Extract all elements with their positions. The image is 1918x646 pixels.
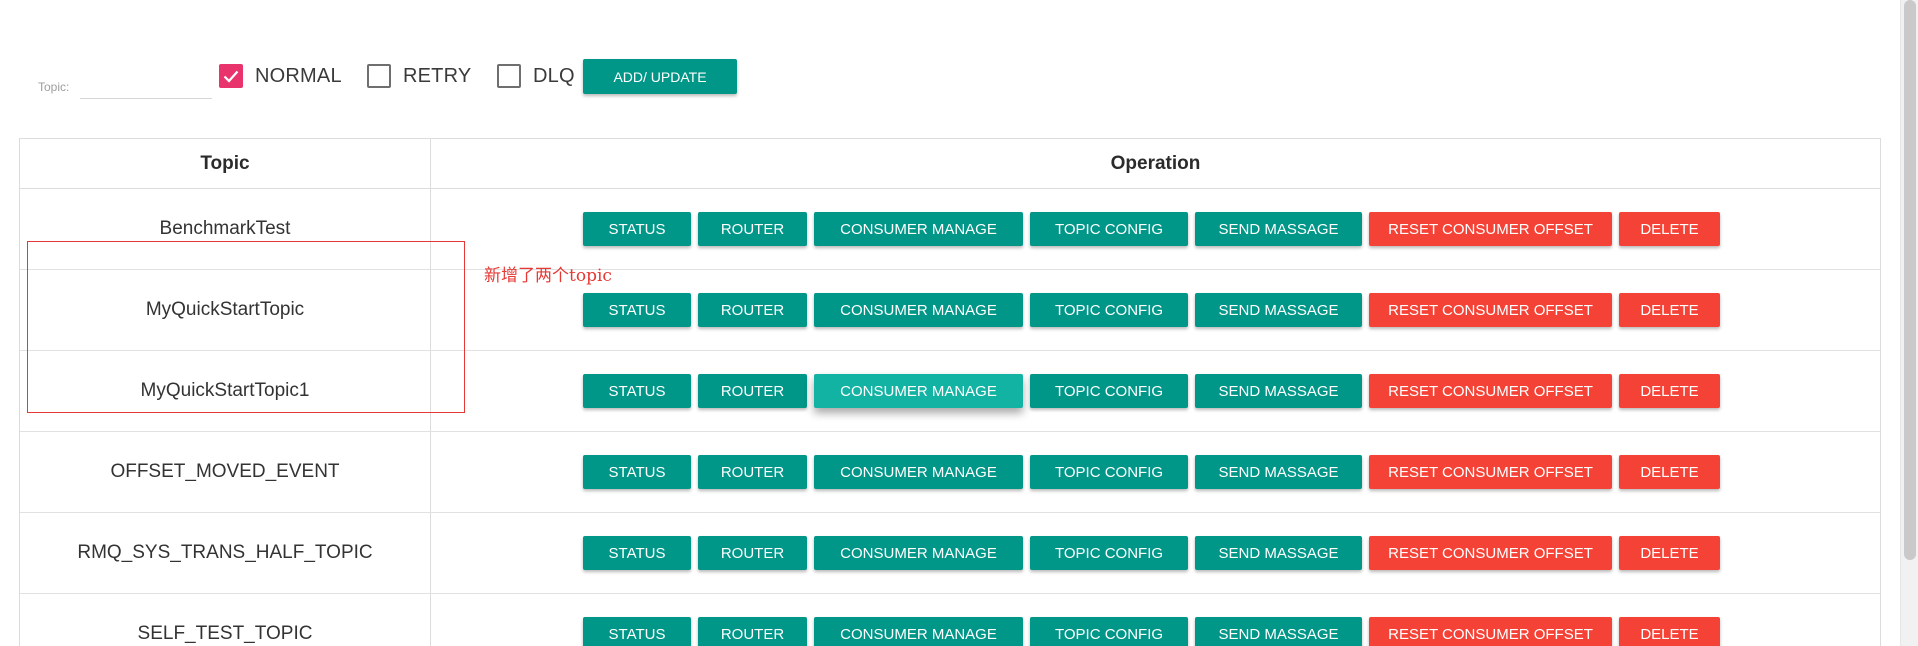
- topic-config-button[interactable]: TOPIC CONFIG: [1030, 617, 1188, 646]
- table-row: RMQ_SYS_TRANS_HALF_TOPIC STATUS ROUTER CONS…: [20, 513, 1880, 594]
- send-message-button[interactable]: SEND MASSAGE: [1195, 617, 1362, 646]
- consumer-manage-button[interactable]: CONSUMER MANAGE: [814, 536, 1023, 570]
- annotation-note: 新增了两个topic: [484, 266, 612, 286]
- router-button[interactable]: ROUTER: [698, 455, 807, 489]
- consumer-manage-button[interactable]: CONSUMER MANAGE: [814, 617, 1023, 646]
- retry-checkbox[interactable]: RETRY: [367, 62, 471, 90]
- normal-checkbox[interactable]: NORMAL: [219, 62, 342, 90]
- table-row: OFFSET_MOVED_EVENT STATUS ROUTER CONSUMER M…: [20, 432, 1880, 513]
- reset-consumer-offset-button[interactable]: RESET CONSUMER OFFSET: [1369, 617, 1612, 646]
- send-message-button[interactable]: SEND MASSAGE: [1195, 374, 1362, 408]
- scrollbar-thumb[interactable]: [1904, 0, 1916, 560]
- delete-button[interactable]: DELETE: [1619, 212, 1720, 246]
- topic-name-cell: SELF_TEST_TOPIC: [137, 623, 313, 644]
- send-message-button[interactable]: SEND MASSAGE: [1195, 455, 1362, 489]
- consumer-manage-button[interactable]: CONSUMER MANAGE: [814, 455, 1023, 489]
- status-button[interactable]: STATUS: [583, 455, 691, 489]
- topic-toolbar: Topic: NORMAL RETRY DLQ ADD/ UPDATE: [0, 0, 1918, 130]
- delete-button[interactable]: DELETE: [1619, 293, 1720, 327]
- dlq-checkbox-label: DLQ: [533, 64, 575, 87]
- send-message-button[interactable]: SEND MASSAGE: [1195, 536, 1362, 570]
- table-row: MyQuickStartTopic STATUS ROUTER CONSUMER MA…: [20, 270, 1880, 351]
- operation-column-header: Operation: [1110, 153, 1201, 174]
- topic-config-button[interactable]: TOPIC CONFIG: [1030, 455, 1188, 489]
- checkbox-box: [219, 64, 243, 88]
- reset-consumer-offset-button[interactable]: RESET CONSUMER OFFSET: [1369, 212, 1612, 246]
- topic-name-cell: MyQuickStartTopic1: [140, 380, 310, 401]
- page-scrollbar[interactable]: [1900, 0, 1918, 646]
- table-header: Topic Operation: [20, 139, 1880, 189]
- topic-config-button[interactable]: TOPIC CONFIG: [1030, 212, 1188, 246]
- topic-name-cell: BenchmarkTest: [159, 218, 291, 239]
- table-row: MyQuickStartTopic1 STATUS ROUTER CONSUMER M…: [20, 351, 1880, 432]
- delete-button[interactable]: DELETE: [1619, 617, 1720, 646]
- reset-consumer-offset-button[interactable]: RESET CONSUMER OFFSET: [1369, 536, 1612, 570]
- router-button[interactable]: ROUTER: [698, 374, 807, 408]
- status-button[interactable]: STATUS: [583, 617, 691, 646]
- consumer-manage-button[interactable]: CONSUMER MANAGE: [814, 374, 1023, 408]
- topic-filter-input[interactable]: [80, 70, 212, 99]
- send-message-button[interactable]: SEND MASSAGE: [1195, 212, 1362, 246]
- reset-consumer-offset-button[interactable]: RESET CONSUMER OFFSET: [1369, 374, 1612, 408]
- reset-consumer-offset-button[interactable]: RESET CONSUMER OFFSET: [1369, 455, 1612, 489]
- add-update-button[interactable]: ADD/ UPDATE: [583, 59, 737, 94]
- checkbox-box: [497, 64, 521, 88]
- status-button[interactable]: STATUS: [583, 536, 691, 570]
- topic-config-button[interactable]: TOPIC CONFIG: [1030, 293, 1188, 327]
- send-message-button[interactable]: SEND MASSAGE: [1195, 293, 1362, 327]
- status-button[interactable]: STATUS: [583, 212, 691, 246]
- delete-button[interactable]: DELETE: [1619, 455, 1720, 489]
- topic-filter-label: Topic:: [38, 80, 70, 94]
- checkbox-box: [367, 64, 391, 88]
- delete-button[interactable]: DELETE: [1619, 374, 1720, 408]
- delete-button[interactable]: DELETE: [1619, 536, 1720, 570]
- dlq-checkbox[interactable]: DLQ: [497, 62, 575, 90]
- router-button[interactable]: ROUTER: [698, 536, 807, 570]
- consumer-manage-button[interactable]: CONSUMER MANAGE: [814, 212, 1023, 246]
- table-row: SELF_TEST_TOPIC STATUS ROUTER CONSUMER MANA…: [20, 594, 1880, 646]
- check-icon: [223, 70, 239, 83]
- retry-checkbox-label: RETRY: [403, 64, 472, 87]
- consumer-manage-button[interactable]: CONSUMER MANAGE: [814, 293, 1023, 327]
- topic-column-header: Topic: [200, 153, 250, 174]
- topic-name-cell: MyQuickStartTopic: [145, 299, 305, 320]
- status-button[interactable]: STATUS: [583, 293, 691, 327]
- router-button[interactable]: ROUTER: [698, 617, 807, 646]
- topic-table: Topic Operation BenchmarkTest STATUS ROUTE…: [19, 138, 1881, 646]
- reset-consumer-offset-button[interactable]: RESET CONSUMER OFFSET: [1369, 293, 1612, 327]
- topic-config-button[interactable]: TOPIC CONFIG: [1030, 536, 1188, 570]
- table-row: BenchmarkTest STATUS ROUTER CONSUMER MANAGE…: [20, 189, 1880, 270]
- topic-config-button[interactable]: TOPIC CONFIG: [1030, 374, 1188, 408]
- router-button[interactable]: ROUTER: [698, 293, 807, 327]
- topic-name-cell: OFFSET_MOVED_EVENT: [110, 461, 340, 482]
- normal-checkbox-label: NORMAL: [255, 64, 342, 87]
- status-button[interactable]: STATUS: [583, 374, 691, 408]
- topic-name-cell: RMQ_SYS_TRANS_HALF_TOPIC: [77, 542, 373, 563]
- router-button[interactable]: ROUTER: [698, 212, 807, 246]
